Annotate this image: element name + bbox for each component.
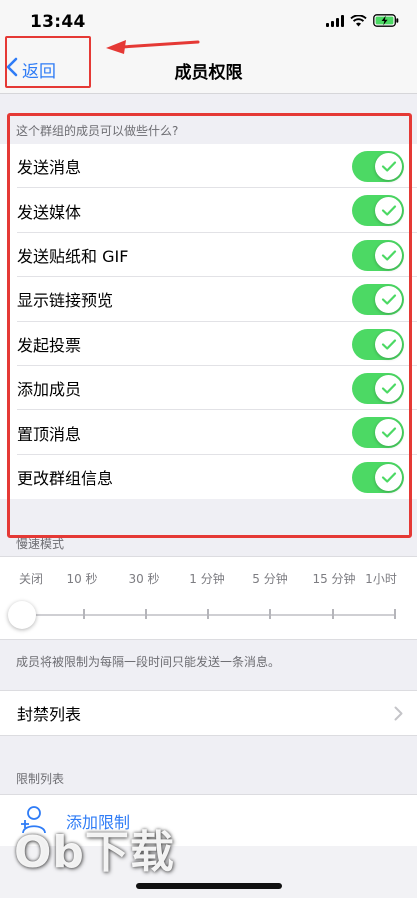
slider-tick xyxy=(394,609,396,619)
restrictions-header: 限制列表 xyxy=(16,772,65,786)
annotation-box-permissions xyxy=(7,113,412,538)
annotation-arrow-icon xyxy=(106,40,200,54)
ban-list-row[interactable]: 封禁列表 xyxy=(0,690,417,736)
slider-tick xyxy=(145,609,147,619)
slow-mode-option[interactable]: 关闭 xyxy=(19,570,43,587)
chevron-right-icon xyxy=(394,706,403,725)
status-icons xyxy=(326,14,399,27)
slow-mode-option[interactable]: 1小时 xyxy=(365,570,397,587)
battery-charging-icon xyxy=(373,14,399,27)
slow-mode-note: 成员将被限制为每隔一段时间只能发送一条消息。 xyxy=(16,655,281,669)
slow-mode-option[interactable]: 30 秒 xyxy=(128,570,159,587)
annotation-box-back xyxy=(5,36,91,88)
status-time: 13:44 xyxy=(30,12,86,32)
slow-mode-slider-panel: 关闭 10 秒 30 秒 1 分钟 5 分钟 15 分钟 1小时 xyxy=(0,556,417,640)
slider-thumb[interactable] xyxy=(8,601,36,629)
home-indicator[interactable] xyxy=(136,883,282,889)
ban-list-label: 封禁列表 xyxy=(17,705,82,724)
slow-mode-option[interactable]: 15 分钟 xyxy=(312,570,355,587)
slider-tick xyxy=(83,609,85,619)
slow-mode-header: 慢速模式 xyxy=(16,537,65,551)
cellular-signal-icon xyxy=(326,14,344,27)
slider-tick xyxy=(269,609,271,619)
wifi-icon xyxy=(350,14,367,27)
slow-mode-option[interactable]: 10 秒 xyxy=(66,570,97,587)
slider-tick xyxy=(332,609,334,619)
slow-mode-option[interactable]: 5 分钟 xyxy=(252,570,287,587)
slow-mode-option[interactable]: 1 分钟 xyxy=(189,570,224,587)
slider-tick xyxy=(207,609,209,619)
watermark-text: Ob下载 xyxy=(14,827,175,878)
